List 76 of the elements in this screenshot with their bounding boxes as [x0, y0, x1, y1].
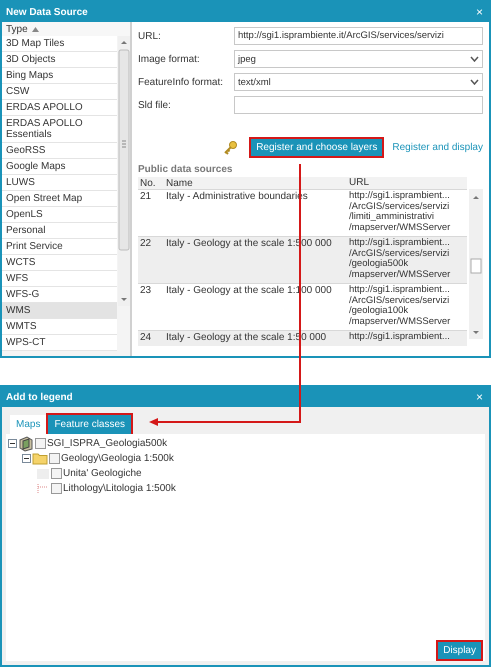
input-field[interactable]: http://sgi1.isprambiente.it/ArcGIS/services/servizi	[234, 27, 483, 45]
collapse-icon[interactable]	[8, 439, 17, 448]
tab[interactable]: Feature classes	[48, 415, 132, 434]
table-cell-text: /limiti_amministrativi	[349, 212, 435, 222]
window-title: Add to legend	[6, 392, 73, 402]
type-item[interactable]: ERDAS APOLLO Essentials	[2, 116, 117, 143]
register-link[interactable]: Register and display	[392, 142, 483, 153]
dropdown[interactable]: text/xml	[234, 73, 483, 91]
table-cell-text: /ArcGIS/services/servizi	[349, 296, 450, 306]
table-cell-text: /mapserver/WMSServer	[349, 270, 452, 280]
table-cell-text: 24	[139, 332, 152, 343]
dropdown[interactable]: jpeg	[234, 50, 483, 68]
column-header: Name	[165, 178, 194, 189]
table-cell-text: /geologia500k	[349, 259, 410, 270]
table-cell-text: 21	[139, 191, 152, 204]
type-item[interactable]: CSW	[2, 84, 117, 100]
caret-icon	[470, 56, 479, 62]
sort-icon	[32, 26, 39, 32]
checkbox[interactable]	[51, 468, 62, 479]
field-label: URL:	[138, 30, 162, 42]
type-item[interactable]: WMTS	[2, 319, 117, 335]
column-header: URL	[349, 178, 370, 189]
column-header: No.	[139, 178, 157, 189]
checkbox[interactable]	[49, 453, 60, 464]
table-cell-text: /mapserver/WMSServer	[349, 222, 452, 233]
type-item[interactable]: Personal	[2, 223, 117, 239]
type-item[interactable]: WCTS	[2, 255, 117, 271]
type-item[interactable]: Print Service	[2, 239, 117, 255]
table-cell-text: /ArcGIS/services/servizi	[349, 248, 450, 259]
tree-item[interactable]: Unita' Geologiche	[63, 468, 142, 479]
type-item[interactable]: Open Street Map	[2, 191, 117, 207]
close-button[interactable]: ×	[474, 5, 485, 19]
tree-item[interactable]: Lithology\Litologia 1:500k	[63, 483, 176, 494]
register-button[interactable]: Register and choose layers	[251, 139, 382, 156]
table-cell-text: http://sgi1.isprambient...	[349, 191, 451, 202]
tab[interactable]: Maps	[10, 415, 46, 434]
type-item[interactable]: GeoRSS	[2, 143, 117, 159]
type-item[interactable]: Bing Maps	[2, 68, 117, 84]
table-cell-text: /geologia100k	[349, 306, 410, 316]
type-item[interactable]: 3D Map Tiles	[2, 36, 117, 52]
folder-icon	[32, 452, 48, 465]
window-title: New Data Source	[6, 6, 88, 18]
checkbox[interactable]	[35, 438, 46, 449]
type-item[interactable]: Google Maps	[2, 159, 117, 175]
field-label: Sld file:	[138, 100, 172, 110]
table-cell-text: 23	[139, 285, 152, 298]
type-item[interactable]: WFS	[2, 271, 117, 287]
collapse-icon[interactable]	[22, 454, 31, 463]
tree-item[interactable]: SGI_ISPRA_Geologia500k	[47, 438, 168, 449]
table-cell-text: http://sgi1.isprambient...	[349, 285, 451, 296]
caret-icon	[470, 79, 479, 85]
section-title: Public data sources	[138, 164, 234, 175]
layers-icon	[18, 436, 34, 452]
type-item[interactable]: OpenLS	[2, 207, 117, 223]
type-item[interactable]: WFS-G	[2, 287, 117, 303]
scrollbar[interactable]	[469, 189, 483, 339]
type-item[interactable]: LUWS	[2, 175, 117, 191]
table-cell-text: /mapserver/WMSServer	[349, 316, 452, 327]
type-item[interactable]: ERDAS APOLLO	[2, 100, 117, 116]
table-cell-text: 22	[139, 238, 152, 251]
legend-swatch-icon	[36, 482, 50, 494]
close-button[interactable]: ×	[474, 390, 485, 404]
table-cell-text: http://sgi1.isprambient...	[349, 238, 451, 248]
type-item[interactable]: 3D Objects	[2, 52, 117, 68]
field-label: Image format:	[138, 54, 201, 64]
field-label: FeatureInfo format:	[138, 76, 224, 88]
type-item[interactable]: WPS-CT	[2, 335, 117, 351]
type-item[interactable]: WMS	[2, 303, 117, 319]
checkbox[interactable]	[51, 483, 62, 494]
table-cell-text: http://sgi1.isprambient...	[349, 332, 451, 342]
key-icon	[223, 140, 238, 154]
table-cell-text: /ArcGIS/services/servizi	[349, 202, 450, 212]
legend-swatch-icon	[36, 468, 50, 480]
input-field[interactable]	[234, 96, 483, 114]
tree-item[interactable]: Geology\Geologia 1:500k	[61, 453, 174, 464]
display-button[interactable]: Display	[438, 642, 481, 659]
